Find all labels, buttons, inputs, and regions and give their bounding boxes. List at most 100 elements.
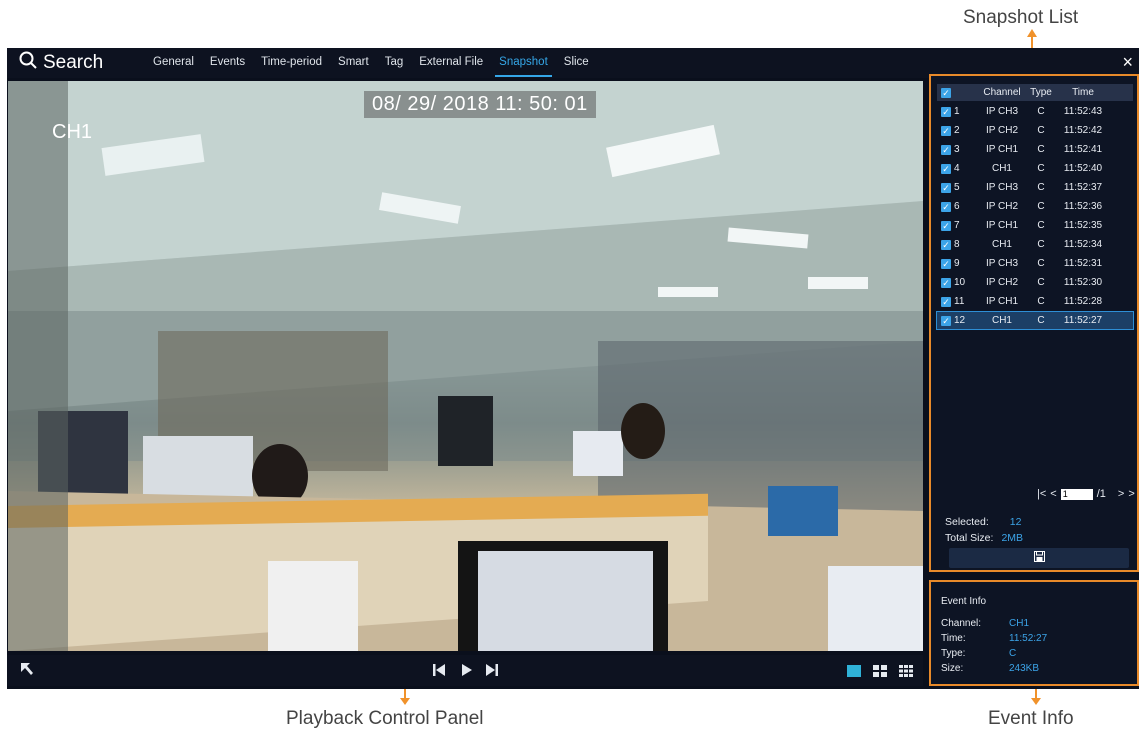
table-row[interactable]: ✓ 9 IP CH3 C 11:52:31 bbox=[937, 255, 1133, 272]
event-info-panel: Event Info Channel: CH1 Time: 11:52:27 Typ… bbox=[929, 580, 1139, 686]
search-title: Search bbox=[19, 51, 103, 75]
table-row[interactable]: ✓ 2 IP CH2 C 11:52:42 bbox=[937, 122, 1133, 139]
row-checkbox[interactable]: ✓ bbox=[941, 106, 951, 117]
tab-events[interactable]: Events bbox=[202, 48, 253, 78]
table-row[interactable]: ✓ 8 CH1 C 11:52:34 bbox=[937, 236, 1133, 253]
tab-snapshot[interactable]: Snapshot bbox=[491, 48, 556, 78]
callout-snapshot-arrow bbox=[1027, 29, 1037, 37]
row-checkbox[interactable]: ✓ bbox=[941, 315, 951, 326]
row-time: 11:52:28 bbox=[1063, 296, 1103, 307]
playback-control-panel bbox=[7, 655, 923, 686]
event-time-label: Time: bbox=[941, 633, 966, 644]
back-arrow-icon[interactable] bbox=[19, 661, 35, 682]
row-type: C bbox=[1037, 182, 1045, 193]
play-icon[interactable] bbox=[460, 663, 474, 682]
row-channel: IP CH1 bbox=[985, 220, 1019, 231]
nine-view-icon[interactable] bbox=[899, 664, 913, 682]
table-row[interactable]: ✓ 5 IP CH3 C 11:52:37 bbox=[937, 179, 1133, 196]
ceiling-light bbox=[808, 277, 868, 289]
video-playback-view[interactable]: 08/ 29/ 2018 11: 50: 01 CH1 bbox=[8, 81, 923, 651]
callout-playback-arrow bbox=[400, 698, 410, 705]
select-all-checkbox[interactable]: ✓ bbox=[941, 87, 951, 98]
row-type: C bbox=[1037, 315, 1045, 326]
page-input[interactable]: 1 bbox=[1060, 488, 1093, 500]
tab-external-file[interactable]: External File bbox=[411, 48, 491, 78]
row-checkbox[interactable]: ✓ bbox=[941, 182, 951, 193]
office-scene-image bbox=[8, 81, 923, 651]
row-time: 11:52:30 bbox=[1063, 277, 1103, 288]
table-row[interactable]: ✓ 6 IP CH2 C 11:52:36 bbox=[937, 198, 1133, 215]
row-checkbox[interactable]: ✓ bbox=[941, 144, 951, 155]
save-icon bbox=[1033, 551, 1045, 565]
tab-slice[interactable]: Slice bbox=[556, 48, 597, 78]
page-total: /1 bbox=[1096, 488, 1106, 500]
table-header: ✓ Channel Type Time bbox=[937, 84, 1133, 101]
row-checkbox[interactable]: ✓ bbox=[941, 296, 951, 307]
row-checkbox[interactable]: ✓ bbox=[941, 201, 951, 212]
row-time: 11:52:34 bbox=[1063, 239, 1103, 250]
next-page-icon[interactable]: > bbox=[1118, 488, 1124, 500]
row-checkbox[interactable]: ✓ bbox=[941, 277, 951, 288]
row-number: 5 bbox=[954, 182, 960, 193]
tab-general[interactable]: General bbox=[145, 48, 202, 78]
snapshot-table: ✓ Channel Type Time ✓ 1 IP CH3 C 11:52:43 ✓ 2 I… bbox=[936, 84, 1134, 330]
row-channel: CH1 bbox=[991, 315, 1012, 326]
row-number: 6 bbox=[954, 201, 960, 212]
selection-info: Selected: 12 Total Size: 2MB bbox=[945, 514, 1023, 546]
quad-view-icon[interactable] bbox=[873, 664, 887, 682]
callout-playback-panel: Playback Control Panel bbox=[286, 708, 484, 729]
table-row[interactable]: ✓ 7 IP CH1 C 11:52:35 bbox=[937, 217, 1133, 234]
selected-label: Selected: bbox=[945, 516, 989, 528]
close-icon[interactable]: × bbox=[1122, 50, 1133, 74]
table-row[interactable]: ✓ 11 IP CH1 C 11:52:28 bbox=[937, 293, 1133, 310]
event-info-title: Event Info bbox=[941, 596, 987, 607]
event-time-row: Time: 11:52:27 bbox=[941, 633, 1131, 644]
dvr-window: Search General Events Time-period Smart … bbox=[7, 48, 1139, 689]
tab-bar: General Events Time-period Smart Tag Ext… bbox=[145, 48, 597, 78]
row-checkbox[interactable]: ✓ bbox=[941, 125, 951, 136]
callout-event-arrow bbox=[1031, 698, 1041, 705]
row-channel: IP CH1 bbox=[985, 296, 1019, 307]
single-view-icon[interactable] bbox=[847, 664, 861, 682]
table-row[interactable]: ✓ 10 IP CH2 C 11:52:30 bbox=[937, 274, 1133, 291]
event-size-row: Size: 243KB bbox=[941, 663, 1131, 674]
row-channel: IP CH2 bbox=[985, 277, 1019, 288]
previous-icon[interactable] bbox=[432, 663, 446, 682]
row-type: C bbox=[1037, 163, 1045, 174]
table-row[interactable]: ✓ 3 IP CH1 C 11:52:41 bbox=[937, 141, 1133, 158]
first-page-icon[interactable]: |< bbox=[1037, 488, 1046, 500]
row-time: 11:52:42 bbox=[1063, 125, 1103, 136]
table-rows: ✓ 1 IP CH3 C 11:52:43 ✓ 2 IP CH2 C 11:52:42 ✓ 3 IP C… bbox=[936, 103, 1134, 330]
table-row[interactable]: ✓ 1 IP CH3 C 11:52:43 bbox=[937, 103, 1133, 120]
video-timestamp: 08/ 29/ 2018 11: 50: 01 bbox=[364, 91, 596, 118]
row-channel: IP CH3 bbox=[985, 258, 1019, 269]
table-row[interactable]: ✓ 12 CH1 C 11:52:27 bbox=[936, 311, 1134, 330]
selected-value: 12 bbox=[1009, 516, 1022, 528]
row-time: 11:52:36 bbox=[1063, 201, 1103, 212]
row-type: C bbox=[1037, 201, 1045, 212]
pager: |< < 1 /1 > > bbox=[1037, 488, 1135, 500]
prev-page-icon[interactable]: < bbox=[1050, 488, 1056, 500]
event-type-row: Type: C bbox=[941, 648, 1131, 659]
table-row[interactable]: ✓ 4 CH1 C 11:52:40 bbox=[937, 160, 1133, 177]
event-time-value: 11:52:27 bbox=[1009, 633, 1048, 644]
row-checkbox[interactable]: ✓ bbox=[941, 163, 951, 174]
last-page-icon[interactable]: > bbox=[1128, 488, 1134, 500]
channel-label: CH1 bbox=[52, 121, 93, 143]
row-checkbox[interactable]: ✓ bbox=[941, 239, 951, 250]
row-time: 11:52:40 bbox=[1063, 163, 1103, 174]
row-time: 11:52:41 bbox=[1063, 144, 1103, 155]
row-number: 12 bbox=[954, 315, 966, 326]
row-number: 3 bbox=[954, 144, 960, 155]
callout-event-info: Event Info bbox=[988, 708, 1074, 729]
tab-smart[interactable]: Smart bbox=[330, 48, 377, 78]
next-icon[interactable] bbox=[485, 663, 499, 682]
row-number: 4 bbox=[954, 163, 960, 174]
row-checkbox[interactable]: ✓ bbox=[941, 220, 951, 231]
row-checkbox[interactable]: ✓ bbox=[941, 258, 951, 269]
save-button[interactable] bbox=[949, 548, 1129, 568]
event-type-value: C bbox=[1009, 648, 1017, 659]
tab-time-period[interactable]: Time-period bbox=[253, 48, 330, 78]
row-time: 11:52:27 bbox=[1063, 315, 1103, 326]
tab-tag[interactable]: Tag bbox=[377, 48, 412, 78]
